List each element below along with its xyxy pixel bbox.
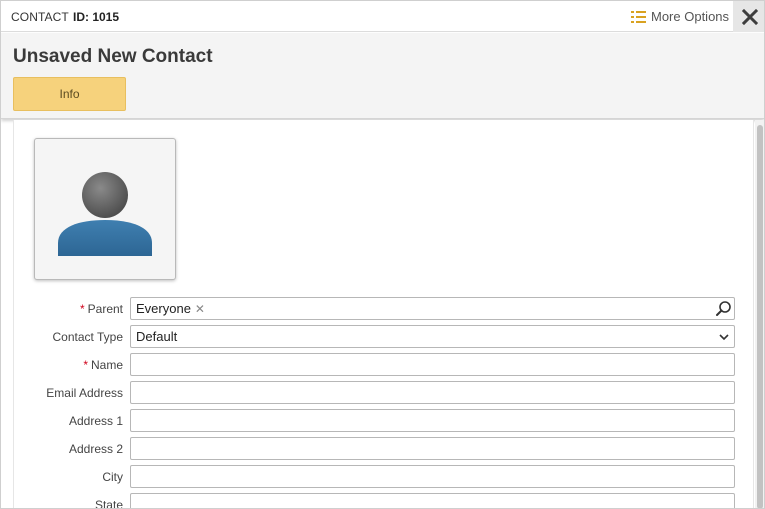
parent-label: * Parent [79, 302, 123, 316]
contact-type-label: Contact Type [52, 330, 124, 344]
city-input[interactable] [130, 465, 735, 488]
more-options-label: More Options [651, 9, 730, 24]
state-input[interactable] [130, 493, 735, 508]
tab-info[interactable]: Info [13, 77, 126, 111]
list-icon [631, 10, 647, 24]
city-label: City [102, 470, 123, 484]
name-input[interactable] [130, 353, 735, 376]
record-header: Unsaved New Contact Info [1, 33, 764, 119]
parent-chip: Everyone ✕ [136, 301, 205, 316]
city-row: City [14, 465, 755, 488]
form-content: *Parent Everyone ✕ Contact Type Default [13, 120, 755, 509]
record-id-label: ID: 1015 [73, 10, 120, 24]
state-row: State [14, 493, 755, 509]
close-icon [741, 8, 758, 25]
contact-type-row: Contact Type Default [14, 325, 755, 348]
top-bar: CONTACT ID: 1015 More Options [1, 1, 764, 32]
address1-row: Address 1 [14, 409, 755, 432]
parent-field[interactable]: Everyone ✕ [130, 297, 735, 320]
name-row: * Name [14, 353, 755, 376]
chevron-down-icon [719, 334, 729, 341]
email-row: Email Address [14, 381, 755, 404]
page-title: Unsaved New Contact [13, 46, 213, 67]
parent-row: * Parent Everyone ✕ [14, 297, 755, 320]
remove-chip-icon[interactable]: ✕ [195, 302, 205, 316]
avatar-upload[interactable] [34, 138, 176, 280]
record-type-label: CONTACT [11, 10, 69, 24]
name-label: * Name [83, 358, 123, 372]
contact-type-select[interactable]: Default [130, 325, 735, 348]
state-label: State [94, 498, 123, 509]
more-options-button[interactable]: More Options [631, 1, 731, 32]
address2-row: Address 2 [14, 437, 755, 460]
contact-window: CONTACT ID: 1015 More Options Unsaved Ne… [0, 0, 765, 509]
scrollbar-thumb[interactable] [757, 125, 763, 508]
search-icon[interactable] [715, 300, 732, 317]
address1-input[interactable] [130, 409, 735, 432]
close-button[interactable] [733, 1, 764, 32]
address2-input[interactable] [130, 437, 735, 460]
address1-label: Address 1 [68, 414, 123, 428]
email-label: Email Address [46, 386, 123, 400]
email-input[interactable] [130, 381, 735, 404]
vertical-scrollbar[interactable] [755, 120, 764, 508]
contact-type-value: Default [136, 329, 178, 344]
person-placeholder-icon [58, 172, 152, 256]
address2-label: Address 2 [68, 442, 123, 456]
